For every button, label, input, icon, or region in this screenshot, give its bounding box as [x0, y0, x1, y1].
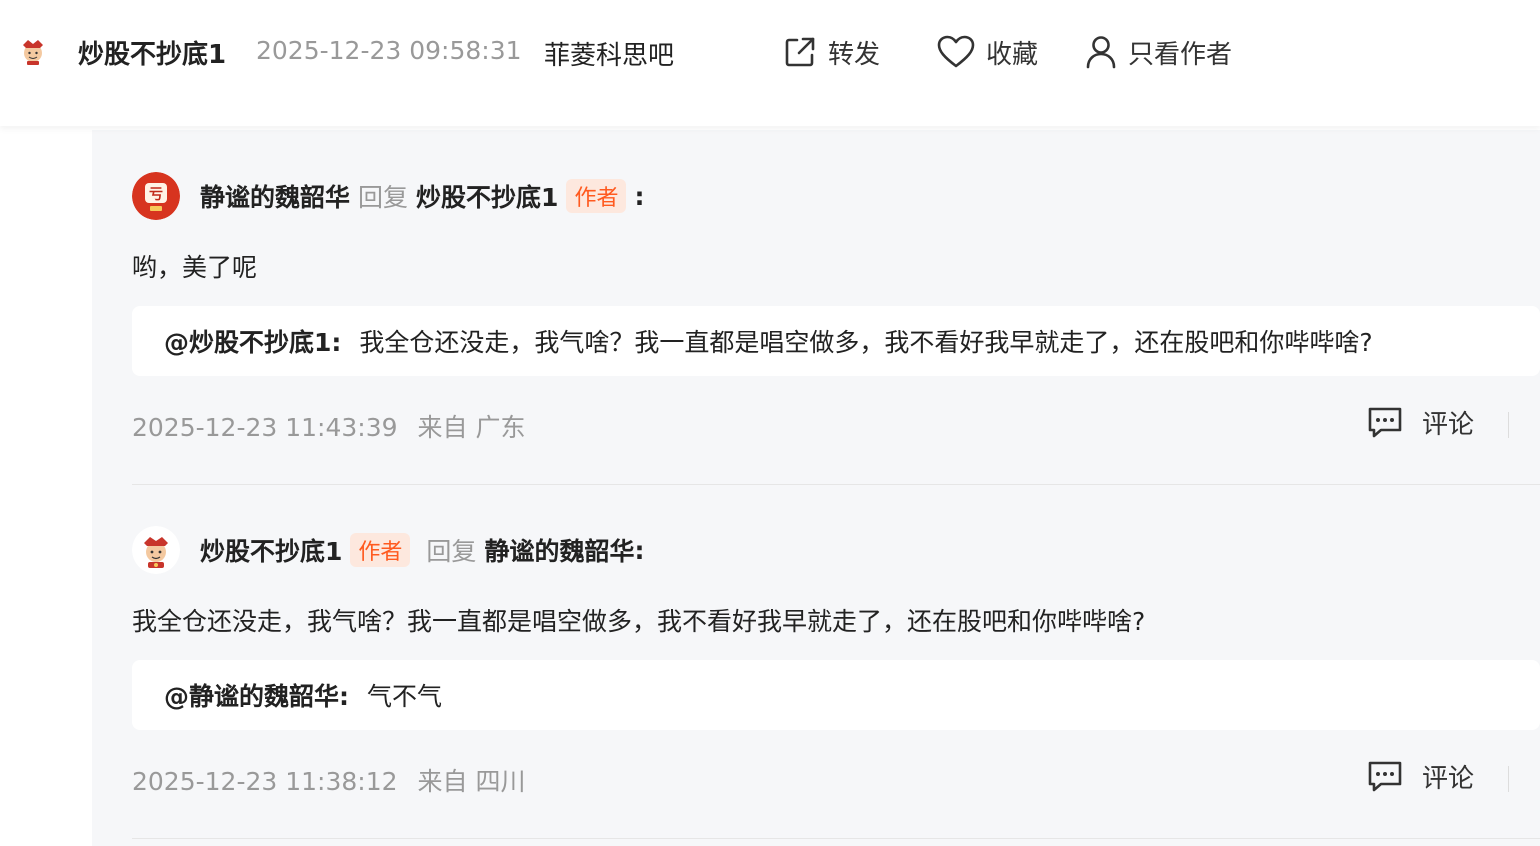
reply-divider — [132, 838, 1540, 839]
quote-text: 气不气 — [367, 682, 443, 711]
person-icon — [1086, 36, 1116, 69]
post-header: 炒股不抄底1 2025-12-23 09:58:31 菲菱科思吧 转发 收藏 只… — [0, 0, 1540, 126]
action-separator — [1508, 766, 1509, 792]
heart-outline-icon — [937, 35, 975, 68]
reply-user-name[interactable]: 静谧的魏韶华 — [200, 178, 350, 214]
user-avatar[interactable] — [132, 526, 180, 574]
forward-label: 转发 — [828, 39, 881, 70]
reply-word: 回复 — [358, 183, 409, 212]
reply-target-name[interactable]: 静谧的魏韶华 — [484, 532, 634, 568]
post-timestamp: 2025-12-23 09:58:31 — [256, 36, 522, 65]
quoted-reply: @炒股不抄底1: 我全仓还没走，我气啥？我一直都是唱空做多，我不看好我早就走了，… — [132, 306, 1540, 376]
reply-body: 我全仓还没走，我气啥？我一直都是唱空做多，我不看好我早就走了，还在股吧和你哔哔啥… — [132, 607, 1146, 636]
post-author-name[interactable]: 炒股不抄底1 — [78, 34, 226, 71]
chat-bubble-icon — [1368, 761, 1402, 791]
reply-meta: 2025-12-23 11:43:39 来自 广东 — [132, 408, 525, 444]
reply-target-name[interactable]: 炒股不抄底1 — [416, 178, 558, 214]
sub-replies-panel: 亏 静谧的魏韶华 回复 炒股不抄底1 作者 : 哟，美了呢 @炒股不抄底1: 我… — [92, 130, 1540, 846]
reply-body: 哟，美了呢 — [132, 253, 258, 282]
quoted-reply: @静谧的魏韶华: 气不气 — [132, 660, 1540, 730]
reply-header: 炒股不抄底1 作者 回复 静谧的魏韶华 : — [132, 526, 644, 574]
forum-name-link[interactable]: 菲菱科思吧 — [544, 35, 674, 72]
only-author-label: 只看作者 — [1128, 39, 1233, 70]
quote-text: 我全仓还没走，我气啥？我一直都是唱空做多，我不看好我早就走了，还在股吧和你哔哔啥… — [359, 328, 1373, 357]
author-badge: 作者 — [350, 533, 411, 567]
reply-location: 来自 广东 — [417, 413, 526, 442]
share-out-icon — [785, 37, 815, 67]
favorite-label: 收藏 — [986, 39, 1039, 70]
reply-meta: 2025-12-23 11:38:12 来自 四川 — [132, 762, 525, 798]
author-badge: 作者 — [566, 179, 627, 213]
avatar-char: 亏 — [149, 187, 163, 203]
only-author-button[interactable]: 只看作者 — [1084, 32, 1232, 72]
comment-button[interactable]: 评论 — [1366, 758, 1474, 795]
comment-label: 评论 — [1422, 764, 1475, 794]
action-separator — [1508, 412, 1509, 438]
quote-user[interactable]: @静谧的魏韶华: — [164, 677, 349, 713]
author-avatar[interactable] — [18, 36, 48, 66]
reply-user-name[interactable]: 炒股不抄底1 — [200, 532, 342, 568]
comment-button[interactable]: 评论 — [1366, 404, 1474, 441]
reply-word: 回复 — [426, 537, 477, 566]
comment-label: 评论 — [1422, 410, 1475, 440]
reply-colon: : — [634, 181, 645, 211]
reply-header: 亏 静谧的魏韶华 回复 炒股不抄底1 作者 : — [132, 172, 644, 220]
reply-divider — [132, 484, 1540, 485]
favorite-button[interactable]: 收藏 — [936, 32, 1038, 72]
chat-bubble-icon — [1368, 407, 1402, 437]
user-avatar[interactable]: 亏 — [132, 172, 180, 220]
reply-location: 来自 四川 — [417, 767, 526, 796]
forward-button[interactable]: 转发 — [782, 32, 880, 72]
quote-user[interactable]: @炒股不抄底1: — [164, 323, 341, 359]
reply-time: 2025-12-23 11:43:39 — [132, 413, 398, 442]
reply-colon: : — [634, 535, 645, 565]
reply-time: 2025-12-23 11:38:12 — [132, 767, 398, 796]
